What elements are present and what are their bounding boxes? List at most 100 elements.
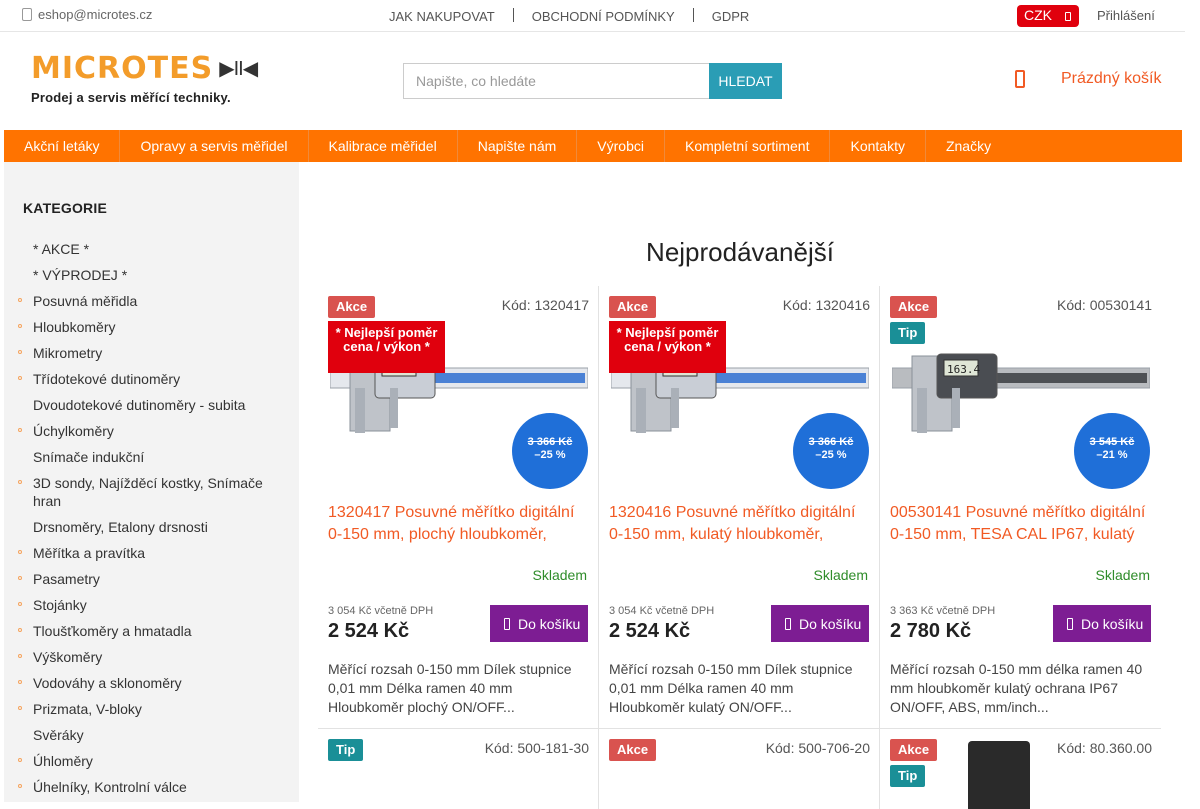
link-terms[interactable]: OBCHODNÍ PODMÍNKY <box>532 9 675 24</box>
currency-value: CZK <box>1024 7 1052 23</box>
sidebar-item[interactable]: Hloubkoměry <box>4 314 299 340</box>
link-gdpr[interactable]: GDPR <box>712 9 750 24</box>
bullet-icon <box>18 324 22 328</box>
sidebar-item-label[interactable]: 3D sondy, Najížděcí kostky, Snímače hran <box>33 475 263 509</box>
sidebar-item[interactable]: Stojánky <box>4 592 299 618</box>
sidebar-item[interactable]: Posuvná měřidla <box>4 288 299 314</box>
add-to-cart-button[interactable]: Do košíku <box>490 605 588 642</box>
nav-item-kontakty[interactable]: Kontakty <box>830 130 926 162</box>
sidebar-item[interactable]: Mikrometry <box>4 340 299 366</box>
nav-item-vyrobci[interactable]: Výrobci <box>577 130 665 162</box>
add-to-cart-button[interactable]: Do košíku <box>1053 605 1151 642</box>
sidebar-item-label[interactable]: Úhloměry <box>33 753 93 769</box>
product-price: 2 780 Kč <box>890 620 972 642</box>
product-price: 2 524 Kč <box>328 620 410 642</box>
sidebar-item-label[interactable]: Mikrometry <box>33 345 102 361</box>
sidebar-item-label[interactable]: Měřítka a pravítka <box>33 545 145 561</box>
login-link[interactable]: Přihlášení <box>1097 8 1155 23</box>
product-title-link[interactable]: 1320417 Posuvné měřítko digitální 0-150 … <box>328 502 590 546</box>
sale-badge: Akce <box>609 739 657 761</box>
sidebar-item-label[interactable]: Úhelníky, Kontrolní válce <box>33 779 187 795</box>
bullet-icon <box>18 784 22 788</box>
nav-item-kalibrace[interactable]: Kalibrace měřidel <box>309 130 458 162</box>
bullet-icon <box>18 350 22 354</box>
cart-icon <box>504 617 510 630</box>
nav-item-napiste[interactable]: Napište nám <box>458 130 578 162</box>
tip-badge: Tip <box>328 739 364 761</box>
search-button[interactable]: HLEDAT <box>709 63 782 99</box>
sidebar-item-label[interactable]: Drsnoměry, Etalony drsnosti <box>33 519 208 535</box>
sidebar-item[interactable]: Měřítka a pravítka <box>4 540 299 566</box>
bullet-icon <box>18 298 22 302</box>
sidebar-item-label[interactable]: Úchylkoměry <box>33 423 114 439</box>
sidebar-item-label[interactable]: Stojánky <box>33 597 87 613</box>
cart[interactable]: Prázdný košík <box>1015 70 1161 94</box>
nav-item-servis[interactable]: Opravy a servis měřidel <box>120 130 309 162</box>
sidebar-item-label[interactable]: Svěráky <box>33 727 84 743</box>
sidebar-item-label[interactable]: Výškoměry <box>33 649 102 665</box>
product-card: Akce Kód: 1320417 * Nejlepší poměr cena / … <box>318 286 599 729</box>
sidebar-item[interactable]: Úchylkoměry <box>4 418 299 444</box>
product-card: Tip Kód: 500-181-30 <box>318 729 599 809</box>
main-nav: Akční letáky Opravy a servis měřidel Kal… <box>4 130 1182 162</box>
logo-tagline: Prodej a servis měřící techniky. <box>31 90 231 105</box>
sidebar-item-label[interactable]: Prizmata, V-bloky <box>33 701 142 717</box>
sidebar-item-label[interactable]: Třídotekové dutinoměry <box>33 371 180 387</box>
sidebar-item-label[interactable]: Tloušťkoměry a hmatadla <box>33 623 192 639</box>
nav-item-sortiment[interactable]: Kompletní sortiment <box>665 130 831 162</box>
logo-text: MICROTES <box>31 51 214 86</box>
product-code: Kód: 00530141 <box>1057 297 1152 313</box>
sidebar-item[interactable]: Snímače indukční <box>4 444 299 470</box>
nav-item-letaky[interactable]: Akční letáky <box>4 130 121 162</box>
discount-percent: –25 % <box>534 449 566 461</box>
add-to-cart-button[interactable]: Do košíku <box>771 605 869 642</box>
sidebar-item[interactable]: Pasametry <box>4 566 299 592</box>
product-title-link[interactable]: 00530141 Posuvné měřítko digitální 0-150… <box>890 502 1152 546</box>
sidebar-item-label[interactable]: Posuvná měřidla <box>33 293 137 309</box>
sidebar-item-label[interactable]: * AKCE * <box>33 241 89 257</box>
tip-badge: Tip <box>890 322 926 344</box>
sidebar-item[interactable]: * AKCE * <box>4 236 299 262</box>
sidebar-item[interactable]: Drsnoměry, Etalony drsnosti <box>4 514 299 540</box>
sidebar-item[interactable]: Dvoudotekové dutinoměry - subita <box>4 392 299 418</box>
product-code: Kód: 500-706-20 <box>765 740 870 756</box>
old-price: 3 366 Kč <box>808 436 854 448</box>
best-value-badge: * Nejlepší poměr cena / výkon * <box>328 321 445 373</box>
logo[interactable]: MICROTES ▶II◀ Prodej a servis měřící tech… <box>31 51 258 106</box>
sidebar-item[interactable]: Úhloměry <box>4 748 299 774</box>
product-image[interactable] <box>968 741 1030 809</box>
email-text[interactable]: eshop@microtes.cz <box>38 7 152 22</box>
sidebar-item[interactable]: Prizmata, V-bloky <box>4 696 299 722</box>
sidebar-item-label[interactable]: Dvoudotekové dutinoměry - subita <box>33 397 245 413</box>
product-title-link[interactable]: 1320416 Posuvné měřítko digitální 0-150 … <box>609 502 871 546</box>
best-value-badge: * Nejlepší poměr cena / výkon * <box>609 321 726 373</box>
sidebar-item[interactable]: Úhelníky, Kontrolní válce <box>4 774 299 800</box>
sidebar-item-label[interactable]: Pasametry <box>33 571 100 587</box>
sidebar-item[interactable]: 3D sondy, Najížděcí kostky, Snímače hran <box>4 470 299 514</box>
add-to-cart-label: Do košíku <box>799 615 862 632</box>
sidebar-item[interactable]: Výškoměry <box>4 644 299 670</box>
sidebar-item-label[interactable]: Snímače indukční <box>33 449 144 465</box>
search-input[interactable] <box>403 63 709 99</box>
page-title: Nejprodávanější <box>646 237 834 267</box>
link-how-to-buy[interactable]: JAK NAKUPOVAT <box>389 9 495 24</box>
stock-status: Skladem <box>813 567 868 583</box>
stock-status: Skladem <box>532 567 587 583</box>
sidebar-item[interactable]: Vodováhy a sklonoměry <box>4 670 299 696</box>
nav-item-znacky[interactable]: Značky <box>926 130 1011 162</box>
sidebar-item[interactable]: * VÝPRODEJ * <box>4 262 299 288</box>
sidebar-item[interactable]: Třídotekové dutinoměry <box>4 366 299 392</box>
sidebar-item[interactable]: Tloušťkoměry a hmatadla <box>4 618 299 644</box>
currency-select[interactable]: CZK <box>1017 5 1079 27</box>
sidebar-item-label[interactable]: Vodováhy a sklonoměry <box>33 675 182 691</box>
sidebar-item-label[interactable]: * VÝPRODEJ * <box>33 267 127 283</box>
email-contact[interactable]: eshop@microtes.cz <box>22 7 152 22</box>
sidebar-item-label[interactable]: Hloubkoměry <box>33 319 115 335</box>
sidebar-item[interactable]: Svěráky <box>4 722 299 748</box>
price-with-vat: 3 054 Kč včetně DPH <box>328 605 434 617</box>
tip-badge: Tip <box>890 765 926 787</box>
header: MICROTES ▶II◀ Prodej a servis měřící tech… <box>0 32 1185 130</box>
product-card: Akce Tip Kód: 00530141 163.4 3 545 Kč –21 % 00… <box>880 286 1161 729</box>
cart-label[interactable]: Prázdný košík <box>1061 70 1161 88</box>
product-description: Měřící rozsah 0-150 mm Dílek stupnice 0,… <box>328 661 572 715</box>
